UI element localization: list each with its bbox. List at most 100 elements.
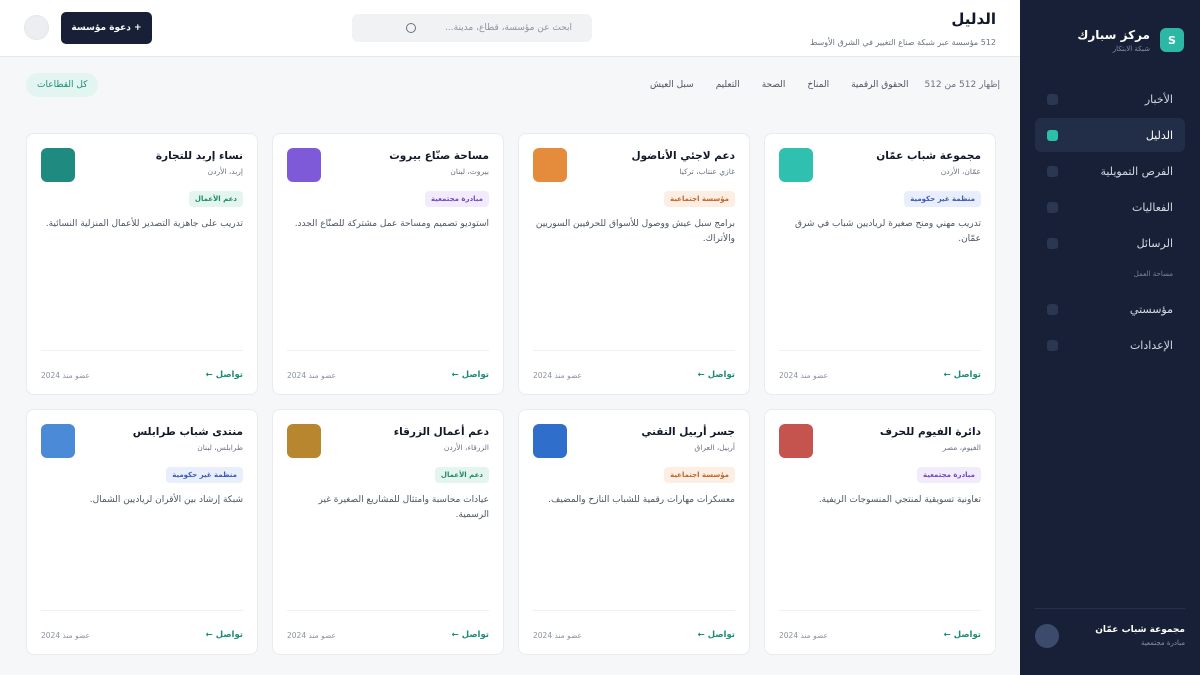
- organization-name: مجموعة شباب عمّان: [876, 150, 981, 162]
- avatar[interactable]: [1035, 624, 1059, 648]
- messages-icon: [1047, 237, 1058, 249]
- connect-link[interactable]: تواصل ←: [452, 630, 489, 640]
- card-footer: تواصل ← عضو منذ 2024: [287, 610, 489, 640]
- connect-link[interactable]: تواصل ←: [206, 630, 243, 640]
- organization-location: أربيل، العراق: [694, 443, 735, 452]
- search-input[interactable]: [422, 23, 572, 33]
- filter-bar: إظهار 512 من 512 الحقوق الرقمية المناخ ا…: [24, 71, 1000, 99]
- organization-card[interactable]: دعم لاجئي الأناضول غازي عنتاب، تركيا مؤس…: [518, 133, 750, 395]
- sector-badge: مؤسسة اجتماعية: [664, 191, 735, 207]
- sidebar-item-my-organization[interactable]: مؤسستي: [1035, 292, 1185, 326]
- page-title: الدليل: [951, 10, 996, 28]
- brand: S مركز سبارك شبكة الابتكار: [1036, 24, 1184, 56]
- invite-organization-button[interactable]: + دعوة مؤسسة: [61, 12, 152, 44]
- funding-icon: [1047, 165, 1058, 177]
- page-subtitle: 512 مؤسسة عبر شبكة صناع التغيير في الشرق…: [809, 38, 996, 47]
- sector-badge: مبادرة مجتمعية: [425, 191, 489, 207]
- organization-card[interactable]: منتدى شباب طرابلس طرابلس، لبنان منظمة غي…: [26, 409, 258, 655]
- organization-location: طرابلس، لبنان: [197, 443, 243, 452]
- card-footer: تواصل ← عضو منذ 2024: [779, 610, 981, 640]
- sector-badge: دعم الأعمال: [434, 467, 489, 483]
- sector-badge: منظمة غير حكومية: [166, 467, 243, 483]
- card-footer: تواصل ← عضو منذ 2024: [41, 350, 243, 380]
- brand-logo: S: [1160, 28, 1184, 52]
- search-box[interactable]: [352, 14, 592, 42]
- card-footer: تواصل ← عضو منذ 2024: [287, 350, 489, 380]
- organization-card[interactable]: مجموعة شباب عمّان عمّان، الأردن منظمة غي…: [764, 133, 996, 395]
- organization-logo: [287, 424, 321, 458]
- organization-logo: [41, 148, 75, 182]
- sidebar-item-label: الفرص التمويلية: [1100, 164, 1173, 178]
- sidebar-item-settings[interactable]: الإعدادات: [1035, 328, 1185, 362]
- sidebar-item-directory[interactable]: الدليل: [1035, 118, 1185, 152]
- search-icon: [406, 23, 416, 33]
- connect-link[interactable]: تواصل ←: [206, 370, 243, 380]
- organization-card[interactable]: نساء إربد للتجارة إربد، الأردن دعم الأعم…: [26, 133, 258, 395]
- filter-chip-livelihoods[interactable]: سبل العيش: [640, 74, 704, 96]
- organization-description: استوديو تصميم ومساحة عمل مشتركة للصنّاع …: [294, 219, 489, 229]
- news-icon: [1047, 93, 1058, 105]
- connect-link[interactable]: تواصل ←: [698, 630, 735, 640]
- sector-badge: مؤسسة اجتماعية: [664, 467, 735, 483]
- card-footer: تواصل ← عضو منذ 2024: [533, 610, 735, 640]
- filter-chip-climate[interactable]: المناخ: [797, 74, 839, 96]
- sidebar-item-label: الإعدادات: [1129, 338, 1173, 352]
- sidebar-item-news[interactable]: الأخبار: [1035, 82, 1185, 116]
- organization-logo: [779, 424, 813, 458]
- settings-icon: [1047, 339, 1058, 351]
- brand-name: مركز سبارك: [1077, 27, 1150, 42]
- connect-link[interactable]: تواصل ←: [944, 370, 981, 380]
- member-since: عضو منذ 2024: [779, 631, 828, 640]
- organization-logo: [533, 148, 567, 182]
- filter-chip-education[interactable]: التعليم: [706, 74, 750, 96]
- sidebar-nav: الأخبار الدليل الفرص التمويلية الفعاليات…: [1035, 82, 1185, 364]
- sidebar-item-messages[interactable]: الرسائل: [1035, 226, 1185, 260]
- member-since: عضو منذ 2024: [287, 371, 336, 380]
- filter-chip-digital-rights[interactable]: الحقوق الرقمية: [841, 74, 918, 96]
- user-text: مجموعة شباب عمّان مبادرة مجتمعية: [1067, 625, 1185, 647]
- organization-grid: مجموعة شباب عمّان عمّان، الأردن منظمة غي…: [24, 133, 996, 655]
- organization-name: دائرة الفيوم للحرف: [879, 426, 981, 438]
- organization-description: برامج سبل عيش ووصول للأسواق للحرفيين الس…: [535, 219, 735, 244]
- sidebar-item-funding[interactable]: الفرص التمويلية: [1035, 154, 1185, 188]
- organization-name: نساء إربد للتجارة: [155, 150, 243, 162]
- filter-chip-health[interactable]: الصحة: [752, 74, 796, 96]
- sidebar: S مركز سبارك شبكة الابتكار الأخبار الدلي…: [1020, 0, 1200, 675]
- organization-description: معسكرات مهارات رقمية للشباب النازح والمض…: [548, 495, 735, 505]
- organization-description: شبكة إرشاد بين الأقران لرياديين الشمال.: [89, 495, 243, 505]
- organization-logo: [287, 148, 321, 182]
- sidebar-item-events[interactable]: الفعاليات: [1035, 190, 1185, 224]
- member-since: عضو منذ 2024: [287, 631, 336, 640]
- card-footer: تواصل ← عضو منذ 2024: [41, 610, 243, 640]
- directory-icon: [1047, 129, 1058, 141]
- current-user[interactable]: مجموعة شباب عمّان مبادرة مجتمعية: [1035, 624, 1185, 648]
- brand-subtitle: شبكة الابتكار: [1112, 44, 1150, 53]
- organization-card[interactable]: مساحة صنّاع بيروت بيروت، لبنان مبادرة مج…: [272, 133, 504, 395]
- member-since: عضو منذ 2024: [533, 371, 582, 380]
- card-footer: تواصل ← عضو منذ 2024: [533, 350, 735, 380]
- sidebar-item-label: الفعاليات: [1131, 200, 1173, 214]
- organization-card[interactable]: دعم أعمال الزرقاء الزرقاء، الأردن دعم ال…: [272, 409, 504, 655]
- results-count: إظهار 512 من 512: [924, 80, 1000, 90]
- connect-link[interactable]: تواصل ←: [698, 370, 735, 380]
- organization-logo: [779, 148, 813, 182]
- organization-logo: [533, 424, 567, 458]
- organization-description: تعاونية تسويقية لمنتجي المنسوجات الريفية…: [818, 495, 981, 505]
- brand-text: مركز سبارك شبكة الابتكار: [1077, 28, 1150, 53]
- organization-card[interactable]: دائرة الفيوم للحرف الفيوم، مصر مبادرة مج…: [764, 409, 996, 655]
- organization-description: تدريب على جاهزية التصدير للأعمال المنزلي…: [45, 219, 243, 229]
- avatar[interactable]: [24, 15, 49, 40]
- connect-link[interactable]: تواصل ←: [944, 630, 981, 640]
- organization-description: عيادات محاسبة وامتثال للمشاريع الصغيرة غ…: [318, 495, 489, 520]
- sidebar-divider: [1035, 608, 1185, 609]
- user-name: مجموعة شباب عمّان: [1095, 625, 1185, 635]
- connect-link[interactable]: تواصل ←: [452, 370, 489, 380]
- organization-description: تدريب مهني ومنح صغيرة لرياديين شباب في ش…: [794, 219, 981, 244]
- filter-chip-all-sectors[interactable]: كل القطاعات: [26, 73, 99, 97]
- organization-location: إربد، الأردن: [207, 167, 243, 176]
- organization-name: جسر أربيل التقني: [641, 426, 735, 438]
- organization-name: دعم أعمال الزرقاء: [393, 426, 489, 438]
- organization-card[interactable]: جسر أربيل التقني أربيل، العراق مؤسسة اجت…: [518, 409, 750, 655]
- organization-logo: [41, 424, 75, 458]
- organization-location: الزرقاء، الأردن: [443, 443, 489, 452]
